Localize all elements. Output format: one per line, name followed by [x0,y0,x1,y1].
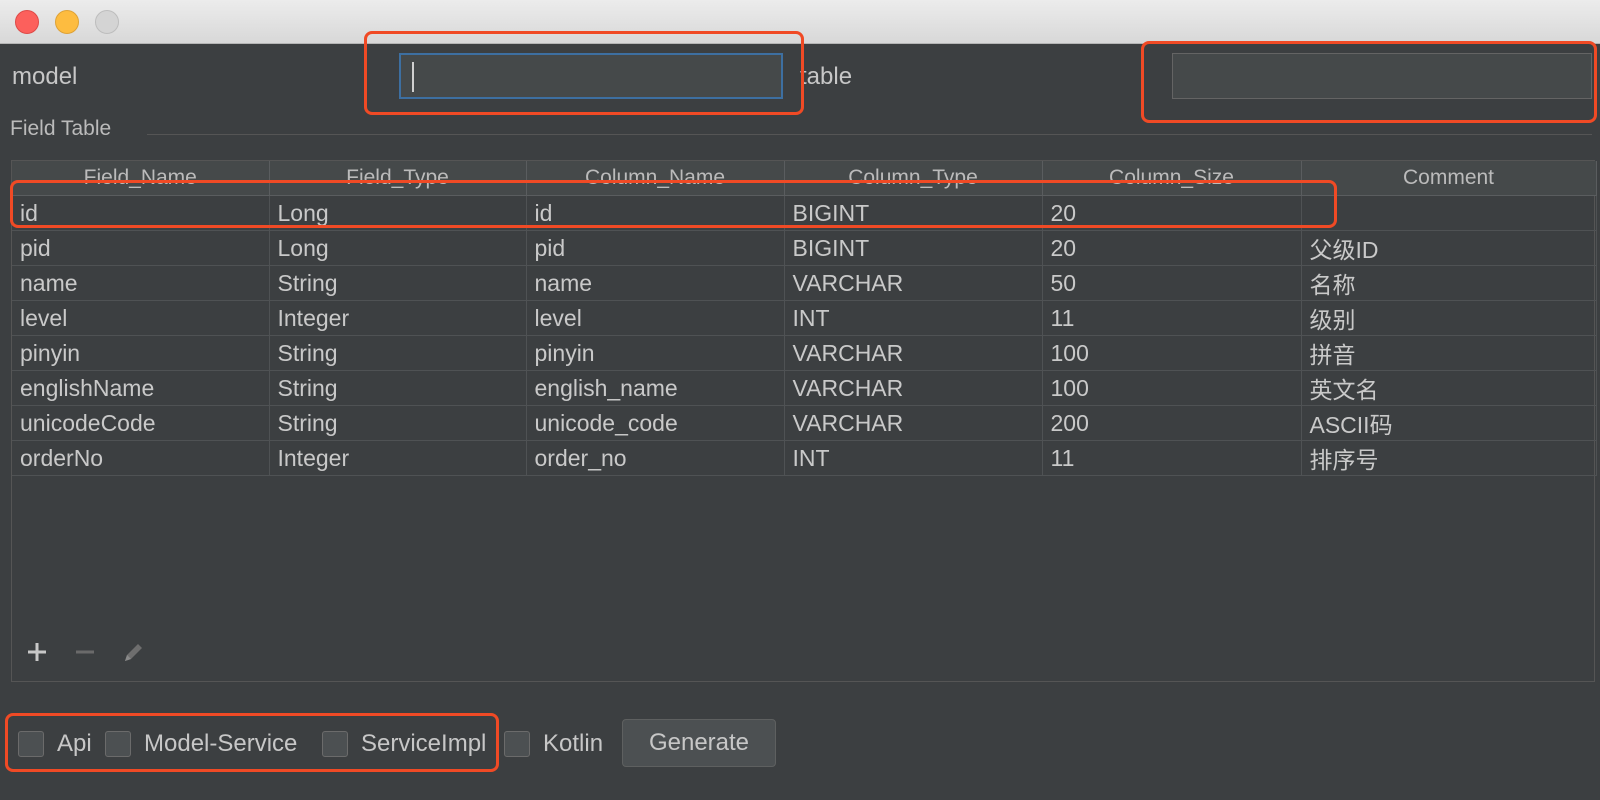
cell-column-size[interactable]: 100 [1042,335,1302,371]
cell-field-type[interactable]: String [269,335,527,371]
cell-column-name[interactable]: order_no [526,440,785,476]
table-row[interactable]: pinyin String pinyin VARCHAR 100 拼音 [12,335,1597,371]
table-row[interactable]: unicodeCode String unicode_code VARCHAR … [12,405,1597,441]
cell-column-size[interactable]: 50 [1042,265,1302,301]
plus-icon[interactable] [22,640,52,670]
table-row[interactable]: englishName String english_name VARCHAR … [12,370,1597,406]
cell-comment[interactable]: 级别 [1301,300,1597,336]
cell-column-size[interactable]: 200 [1042,405,1302,441]
table-row[interactable]: orderNo Integer order_no INT 11 排序号 [12,440,1597,476]
cell-field-type[interactable]: Integer [269,300,527,336]
cell-field-type[interactable]: Long [269,230,527,266]
kotlin-checkbox-label[interactable]: Kotlin [543,730,603,758]
model-label: model [12,63,78,90]
cell-column-type[interactable]: VARCHAR [784,265,1043,301]
minus-icon[interactable] [70,640,100,670]
cell-column-size[interactable]: 20 [1042,230,1302,266]
cell-comment[interactable]: 父级ID [1301,230,1597,266]
cell-column-name[interactable]: pid [526,230,785,266]
cell-column-type[interactable]: INT [784,300,1043,336]
cell-column-size[interactable]: 100 [1042,370,1302,406]
cell-column-name[interactable]: unicode_code [526,405,785,441]
annotation-table-input [1141,41,1597,123]
annotation-first-row [10,180,1337,228]
table-row[interactable]: level Integer level INT 11 级别 [12,300,1597,336]
kotlin-checkbox[interactable] [504,731,530,757]
cell-field-name[interactable]: orderNo [12,440,270,476]
cell-column-name[interactable]: name [526,265,785,301]
cell-column-size[interactable]: 11 [1042,440,1302,476]
maximize-window-button[interactable] [95,10,119,34]
cell-column-name[interactable]: pinyin [526,335,785,371]
cell-column-type[interactable]: VARCHAR [784,370,1043,406]
cell-field-name[interactable]: level [12,300,270,336]
cell-column-name[interactable]: level [526,300,785,336]
cell-field-type[interactable]: String [269,405,527,441]
cell-comment[interactable]: 英文名 [1301,370,1597,406]
cell-field-type[interactable]: String [269,370,527,406]
column-header-comment[interactable]: Comment [1301,161,1597,196]
annotation-model-input [364,31,804,115]
cell-comment[interactable] [1301,195,1597,231]
table-row[interactable]: name String name VARCHAR 50 名称 [12,265,1597,301]
pencil-icon[interactable] [118,640,148,670]
minimize-window-button[interactable] [55,10,79,34]
cell-comment[interactable]: 拼音 [1301,335,1597,371]
cell-column-type[interactable]: INT [784,440,1043,476]
cell-field-name[interactable]: name [12,265,270,301]
cell-column-type[interactable]: BIGINT [784,230,1043,266]
cell-comment[interactable]: ASCII码 [1301,405,1597,441]
cell-field-name[interactable]: englishName [12,370,270,406]
cell-field-type[interactable]: Integer [269,440,527,476]
generate-button[interactable]: Generate [622,719,776,767]
field-table-title: Field Table [10,117,112,140]
field-table-panel: Field_Name Field_Type Column_Name Column… [11,160,1597,682]
table-label: table [800,63,853,90]
cell-field-name[interactable]: unicodeCode [12,405,270,441]
close-window-button[interactable] [15,10,39,34]
cell-field-name[interactable]: pid [12,230,270,266]
cell-column-size[interactable]: 11 [1042,300,1302,336]
cell-field-name[interactable]: pinyin [12,335,270,371]
table-row[interactable]: pid Long pid BIGINT 20 父级ID [12,230,1597,266]
cell-field-type[interactable]: String [269,265,527,301]
cell-column-type[interactable]: VARCHAR [784,405,1043,441]
cell-comment[interactable]: 排序号 [1301,440,1597,476]
cell-column-type[interactable]: VARCHAR [784,335,1043,371]
dialog-window: model table Field Table Field_Name Field… [0,0,1600,800]
annotation-checkboxes [5,713,499,772]
cell-column-name[interactable]: english_name [526,370,785,406]
group-divider [147,134,1592,135]
cell-comment[interactable]: 名称 [1301,265,1597,301]
